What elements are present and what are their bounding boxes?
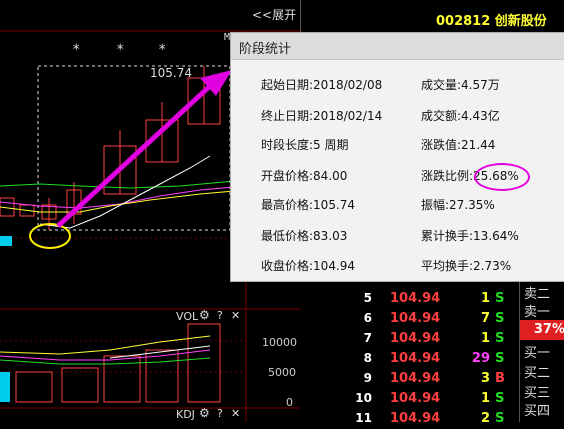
stat-volume: 成交量:4.57万: [421, 78, 500, 92]
order-book-label: 卖二: [524, 287, 551, 302]
trade-price: 104.94: [390, 411, 441, 426]
stat-low-price: 最低价格:83.03: [261, 229, 348, 243]
trade-volume: 1: [480, 331, 490, 346]
stat-turnover: 成交额:4.43亿: [421, 109, 500, 123]
trade-side: B: [495, 371, 505, 386]
trend-arrow-line: [56, 84, 212, 228]
trade-side: S: [495, 291, 505, 306]
order-book-label: 买三: [524, 386, 551, 401]
trade-row: 7 104.94 1 S: [300, 329, 520, 349]
stat-average-turnover-rate: 平均换手:2.73%: [421, 259, 512, 273]
stat-period-length: 时段长度:5 周期: [261, 138, 349, 152]
order-book-label: 买四: [524, 404, 551, 419]
trade-index: 7: [363, 331, 372, 345]
trade-price: 104.94: [390, 311, 441, 326]
trade-volume: 7: [480, 311, 490, 326]
stat-start-date: 起始日期:2018/02/08: [261, 78, 383, 92]
trade-side: S: [495, 311, 505, 326]
order-book-column: 卖二 卖一 37% 买一 买二 买三 买四: [519, 280, 564, 422]
stat-high-price: 最高价格:105.74: [261, 198, 356, 212]
start-point-highlight: [29, 223, 71, 249]
trade-index: 8: [363, 351, 372, 365]
marker-star: *: [116, 42, 125, 58]
marker-star: *: [72, 42, 81, 58]
volume-axis-label: 0: [286, 396, 293, 409]
max-price-label: 105.74: [150, 66, 192, 80]
stat-change-value: 涨跌值:21.44: [421, 138, 496, 152]
trade-volume: 29: [471, 351, 490, 366]
help-icon[interactable]: ?: [217, 407, 223, 420]
stat-close-price: 收盘价格:104.94: [261, 259, 356, 273]
trade-row: 9 104.94 3 B: [300, 369, 520, 389]
trade-volume: 1: [480, 291, 490, 306]
trade-row: 11 104.94 2 S: [300, 409, 520, 429]
volume-bar: [145, 349, 179, 403]
start-marker-bar: [0, 236, 12, 246]
volume-bar: [0, 372, 10, 402]
order-book-label: 卖一: [524, 305, 551, 320]
trade-price: 104.94: [390, 371, 441, 386]
trade-index: 11: [355, 411, 372, 425]
ma-line-green: [0, 179, 247, 189]
stage-statistics-dialog[interactable]: 阶段统计 起始日期:2018/02/08 终止日期:2018/02/14 时段长…: [230, 32, 564, 282]
trade-row: 6 104.94 7 S: [300, 309, 520, 329]
trade-index: 9: [363, 371, 372, 385]
trade-volume: 2: [480, 411, 490, 426]
trade-price: 104.94: [390, 351, 441, 366]
dialog-title: 阶段统计: [239, 42, 292, 57]
volume-axis-label: 10000: [262, 336, 297, 349]
ma-line-magenta: [0, 185, 247, 209]
stat-cumulative-turnover-rate: 累计换手:13.64%: [421, 229, 519, 243]
volume-axis-label: 5000: [268, 366, 296, 379]
stock-code-name: 002812 创新股份: [436, 14, 547, 29]
close-icon[interactable]: ✕: [231, 407, 240, 420]
order-book-label: 买二: [524, 366, 551, 381]
volume-bar: [61, 367, 99, 403]
trade-index: 6: [363, 311, 372, 325]
volume-panel-label: VOL: [176, 310, 199, 323]
stat-amplitude: 振幅:27.35%: [421, 198, 495, 212]
trade-volume: 1: [480, 391, 490, 406]
kdj-panel-label: KDJ: [176, 408, 195, 421]
trade-price: 104.94: [390, 331, 441, 346]
change-percent-badge: 37%: [520, 320, 564, 340]
trade-side: S: [495, 391, 505, 406]
order-book-label: 买一: [524, 346, 551, 361]
stat-open-price: 开盘价格:84.00: [261, 169, 348, 183]
trade-index: 10: [355, 391, 372, 405]
volume-bar: [187, 323, 221, 403]
trade-index: 5: [363, 291, 372, 305]
trade-side: S: [495, 331, 505, 346]
change-percent-highlight: [474, 163, 530, 191]
help-icon[interactable]: ?: [217, 309, 223, 322]
stat-end-date: 终止日期:2018/02/14: [261, 109, 383, 123]
expand-button[interactable]: <<展开: [252, 6, 296, 23]
gear-icon[interactable]: ⚙: [199, 406, 210, 420]
ma-line-yellow: [0, 189, 247, 213]
trade-row: 10 104.94 1 S: [300, 389, 520, 409]
volume-bar: [15, 371, 53, 403]
gear-icon[interactable]: ⚙: [199, 308, 210, 322]
marker-star: *: [158, 42, 167, 58]
trade-side: S: [495, 411, 505, 426]
trade-volume: 3: [480, 371, 490, 386]
dialog-title-bar[interactable]: 阶段统计: [231, 33, 564, 60]
trade-side: S: [495, 351, 505, 366]
trade-row: 5 104.94 1 S: [300, 289, 520, 309]
close-icon[interactable]: ✕: [231, 309, 240, 322]
trade-row: 8 104.94 29 S: [300, 349, 520, 369]
trade-price: 104.94: [390, 291, 441, 306]
trade-price: 104.94: [390, 391, 441, 406]
